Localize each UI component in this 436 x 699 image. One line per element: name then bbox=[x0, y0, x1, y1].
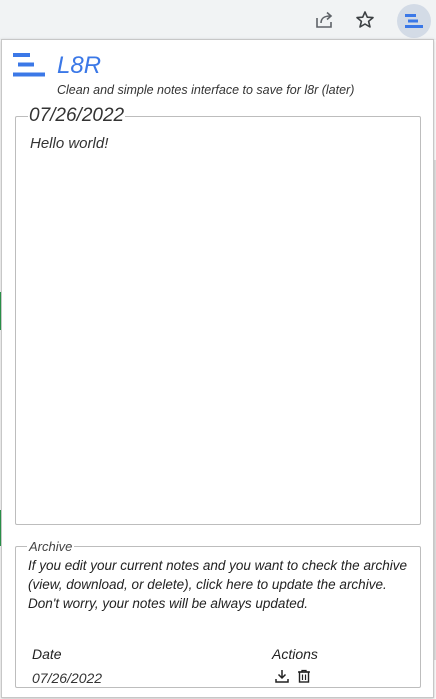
archive-row-actions bbox=[274, 668, 312, 684]
share-icon[interactable] bbox=[311, 6, 339, 34]
current-note-panel: 07/26/2022 Hello world! bbox=[15, 105, 421, 525]
current-note-date: 07/26/2022 bbox=[29, 105, 125, 126]
archive-row-date[interactable]: 07/26/2022 bbox=[32, 670, 102, 686]
column-header-actions: Actions bbox=[272, 646, 318, 662]
archive-legend: Archive bbox=[29, 539, 73, 554]
l8r-popup: L8R Clean and simple notes interface to … bbox=[1, 39, 434, 698]
l8r-logo-icon bbox=[13, 53, 45, 77]
archive-description: If you edit your current notes and you w… bbox=[28, 556, 408, 613]
browser-toolbar bbox=[0, 0, 436, 40]
app-title: L8R bbox=[57, 52, 102, 79]
note-textarea[interactable]: Hello world! bbox=[30, 135, 406, 505]
update-archive-link[interactable]: click here to update the archive. bbox=[196, 577, 387, 592]
star-icon[interactable] bbox=[351, 6, 379, 34]
trash-icon[interactable] bbox=[296, 668, 312, 684]
column-header-date: Date bbox=[32, 646, 62, 662]
app-subtitle: Clean and simple notes interface to save… bbox=[57, 83, 355, 97]
l8r-extension-icon[interactable] bbox=[397, 4, 431, 38]
archive-panel: Archive If you edit your current notes a… bbox=[15, 539, 421, 688]
download-icon[interactable] bbox=[274, 668, 290, 684]
archive-description-suffix: Don't worry, your notes will be always u… bbox=[28, 596, 308, 611]
